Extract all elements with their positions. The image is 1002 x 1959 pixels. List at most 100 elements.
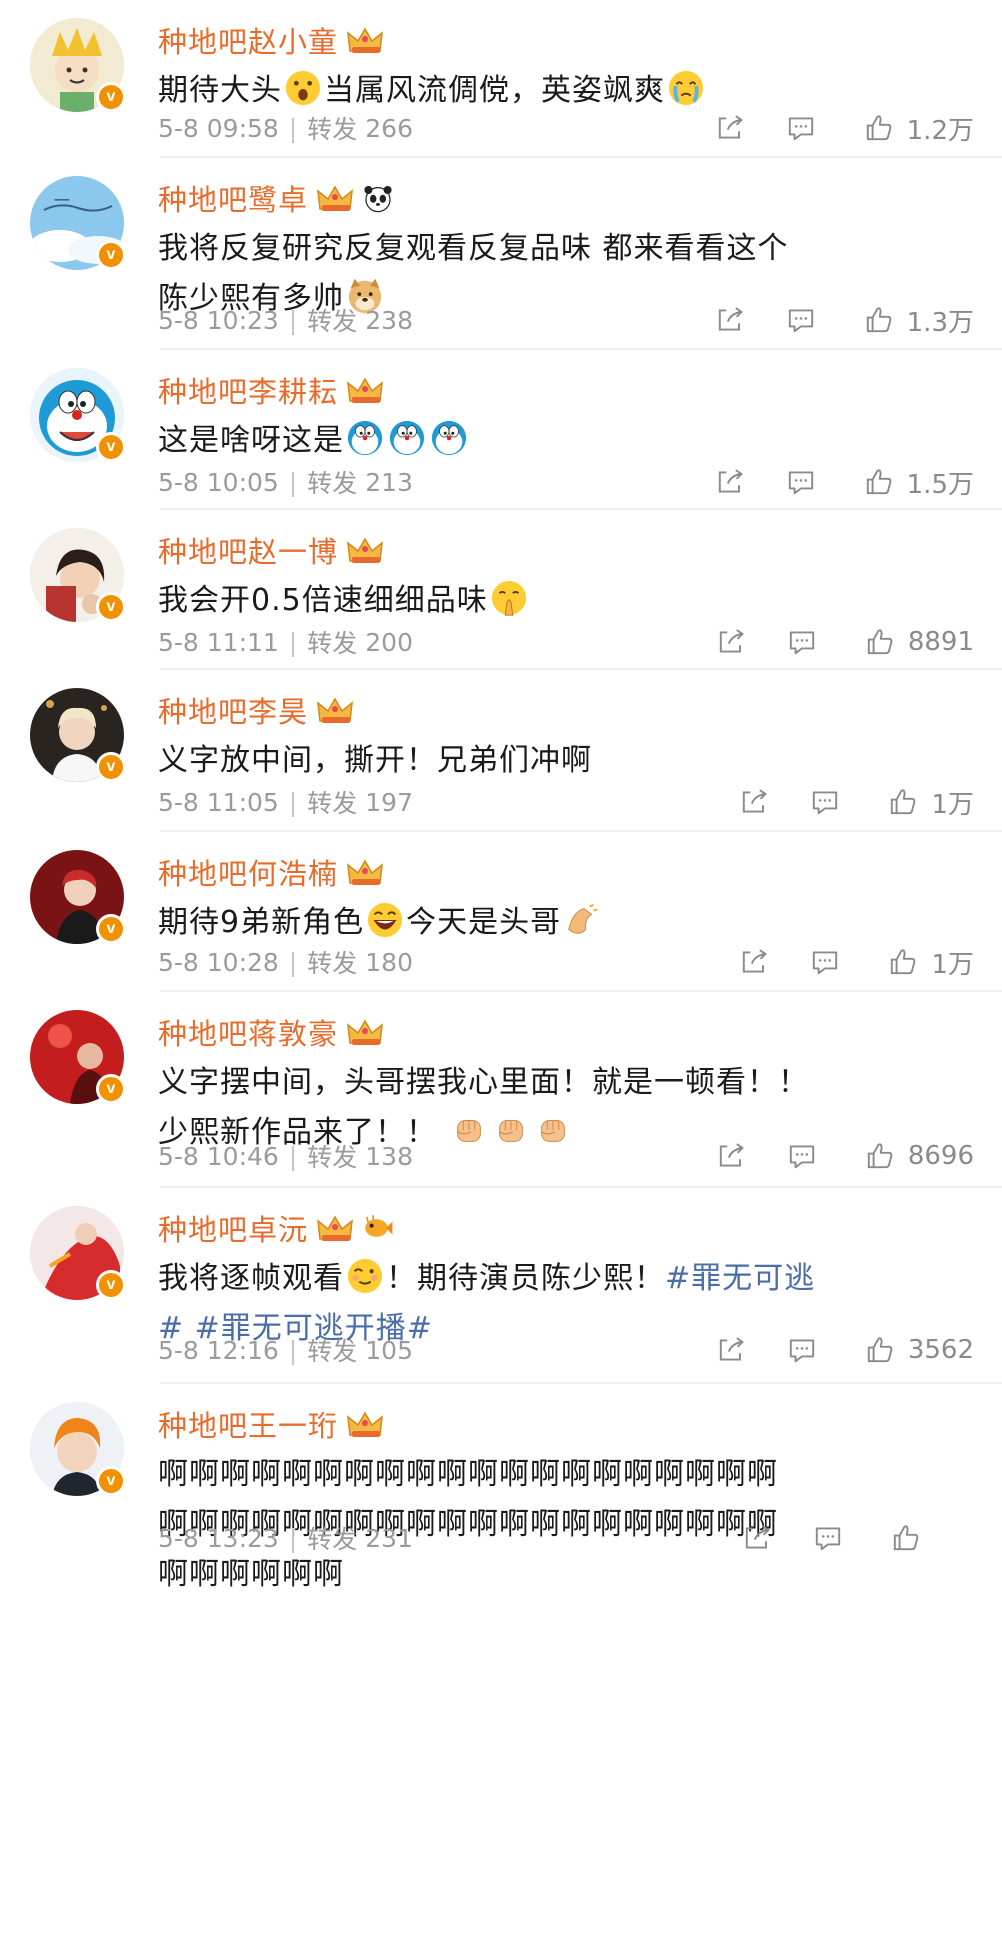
repost-count: 180 — [365, 947, 413, 977]
comment-text-segment: ！期待演员陈少熙！ — [386, 1261, 665, 1296]
share-icon[interactable] — [716, 626, 748, 658]
like-icon[interactable] — [863, 304, 895, 336]
like-icon[interactable] — [863, 466, 895, 498]
repost-count: 238 — [365, 305, 413, 335]
reply-icon[interactable] — [785, 112, 817, 144]
username-link[interactable]: 种地吧鹭卓 — [158, 177, 308, 219]
comment-item[interactable]: 一 v 种地吧鹭卓 我将反复研究反复观看反复品味 都来看看这个陈少熙有多帅 5-8 10… — [0, 158, 1002, 350]
reply-icon[interactable] — [786, 1140, 818, 1172]
meta-separator: | — [288, 787, 298, 817]
meta-separator: | — [288, 1523, 298, 1553]
repost-label: 转发 — [307, 115, 358, 144]
comment-text-segment: 我会开0.5倍速细细品味 — [158, 583, 488, 618]
comment-item[interactable]: v 种地吧蒋敦豪 义字摆中间，头哥摆我心里面！就是一顿看！！ 少熙新作品来了！！ 5… — [0, 992, 1002, 1188]
comment-meta: 5-8 10:46 | 转发 138 — [158, 1136, 413, 1176]
username-link[interactable]: 种地吧卓沅 — [158, 1207, 308, 1249]
like-icon[interactable] — [887, 786, 919, 818]
repost-count: 105 — [365, 1335, 413, 1365]
reply-icon[interactable] — [809, 946, 841, 978]
comment-item[interactable]: v 种地吧李昊 义字放中间，撕开！兄弟们冲啊 5-8 11:05 | 转发 197 1万 — [0, 670, 1002, 832]
repost-count: 200 — [365, 627, 413, 657]
clap-emoji-icon — [563, 901, 601, 939]
crown-icon — [346, 25, 384, 55]
like-count: 1.3万 — [906, 307, 974, 338]
reply-icon[interactable] — [809, 786, 841, 818]
reply-icon[interactable] — [785, 304, 817, 336]
comment-date: 5-8 09:58 — [158, 113, 279, 143]
repost-label: 转发 — [307, 629, 358, 658]
like-icon[interactable] — [890, 1522, 922, 1554]
meta-separator: | — [288, 627, 298, 657]
username-link[interactable]: 种地吧李耕耘 — [158, 369, 338, 411]
like-icon[interactable] — [864, 1334, 896, 1366]
verified-badge-icon: v — [96, 914, 126, 944]
crown-icon — [346, 1017, 384, 1047]
share-icon[interactable] — [742, 1522, 774, 1554]
verified-badge-icon: v — [96, 1074, 126, 1104]
comment-meta: 5-8 11:05 | 转发 197 — [158, 782, 413, 822]
comment-item[interactable]: v 种地吧李耕耘 这是啥呀这是 5-8 10:05 | 转发 213 1.5万 — [0, 350, 1002, 510]
comment-meta: 5-8 10:28 | 转发 180 — [158, 942, 413, 982]
comment-meta: 5-8 13:23 | 转发 231 — [158, 1518, 413, 1558]
share-icon[interactable] — [715, 304, 747, 336]
username-link[interactable]: 种地吧王一珩 — [158, 1403, 338, 1445]
repost-count: 138 — [365, 1141, 413, 1171]
like-count: 1万 — [931, 789, 974, 820]
doraemon-emoji-icon — [388, 419, 426, 457]
crown-icon — [346, 857, 384, 887]
doraemon-emoji-icon — [430, 419, 468, 457]
username-link[interactable]: 种地吧何浩楠 — [158, 851, 338, 893]
reply-icon[interactable] — [785, 466, 817, 498]
comment-header: 种地吧李耕耘 — [158, 368, 384, 412]
laugh-emoji-icon — [366, 901, 404, 939]
share-icon[interactable] — [739, 946, 771, 978]
username-link[interactable]: 种地吧李昊 — [158, 689, 308, 731]
like-icon[interactable] — [864, 1140, 896, 1172]
comment-item[interactable]: v 种地吧王一珩 啊啊啊啊啊啊啊啊啊啊啊啊啊啊啊啊啊啊啊啊啊啊啊啊啊啊啊啊啊啊啊啊啊… — [0, 1384, 1002, 1959]
comment-item[interactable]: v 种地吧何浩楠 期待9弟新角色 今天是头哥 5-8 10:28 | 转发 180 1万 — [0, 832, 1002, 992]
reply-icon[interactable] — [786, 626, 818, 658]
comment-date: 5-8 11:11 — [158, 627, 279, 657]
verified-badge-icon: v — [96, 752, 126, 782]
comment-item[interactable]: v 种地吧卓沅 我将逐帧观看 ！期待演员陈少熙！#罪无可逃# #罪无可逃开播# 5-8 … — [0, 1188, 1002, 1384]
comment-header: 种地吧李昊 — [158, 688, 354, 732]
username-link[interactable]: 种地吧蒋敦豪 — [158, 1011, 338, 1053]
like-count: 1.5万 — [906, 469, 974, 500]
comment-item[interactable]: v 种地吧赵一博 我会开0.5倍速细细品味 5-8 11:11 | 转发 200 8891 — [0, 510, 1002, 670]
comment-date: 5-8 13:23 — [158, 1523, 279, 1553]
like-icon[interactable] — [887, 946, 919, 978]
comment-text-segment: 当属风流倜傥，英姿飒爽 — [324, 73, 665, 108]
comment-header: 种地吧赵一博 — [158, 528, 384, 572]
comment-actions — [742, 1518, 974, 1558]
reply-icon[interactable] — [812, 1522, 844, 1554]
comment-actions: 1.3万 — [715, 300, 974, 340]
like-count: 8891 — [907, 627, 974, 657]
like-count: 1万 — [931, 949, 974, 980]
like-icon[interactable] — [863, 112, 895, 144]
share-icon[interactable] — [716, 1140, 748, 1172]
verified-badge-icon: v — [96, 1466, 126, 1496]
comment-date: 5-8 10:23 — [158, 305, 279, 335]
fist-emoji-icon — [492, 1111, 530, 1149]
like-icon[interactable] — [864, 626, 896, 658]
like-count: 1.2万 — [906, 115, 974, 146]
svg-text:一: 一 — [54, 193, 70, 210]
share-icon[interactable] — [716, 1334, 748, 1366]
meta-separator: | — [288, 1141, 298, 1171]
comment-text: 我会开0.5倍速细细品味 — [158, 576, 974, 626]
like-count: 3562 — [907, 1335, 974, 1365]
reply-icon[interactable] — [786, 1334, 818, 1366]
comment-item[interactable]: v 种地吧赵小童 期待大头 当属风流倜傥，英姿飒爽 5-8 09:58 | 转发 266 1.2… — [0, 0, 1002, 158]
username-link[interactable]: 种地吧赵小童 — [158, 19, 338, 61]
share-icon[interactable] — [739, 786, 771, 818]
comment-meta: 5-8 09:58 | 转发 266 — [158, 108, 413, 148]
crown-icon — [316, 695, 354, 725]
comment-actions: 8696 — [716, 1136, 974, 1176]
username-link[interactable]: 种地吧赵一博 — [158, 529, 338, 571]
verified-badge-icon: v — [96, 432, 126, 462]
share-icon[interactable] — [715, 112, 747, 144]
comment-date: 5-8 12:16 — [158, 1335, 279, 1365]
comment-meta: 5-8 10:05 | 转发 213 — [158, 462, 413, 502]
repost-count: 213 — [365, 467, 413, 497]
share-icon[interactable] — [715, 466, 747, 498]
